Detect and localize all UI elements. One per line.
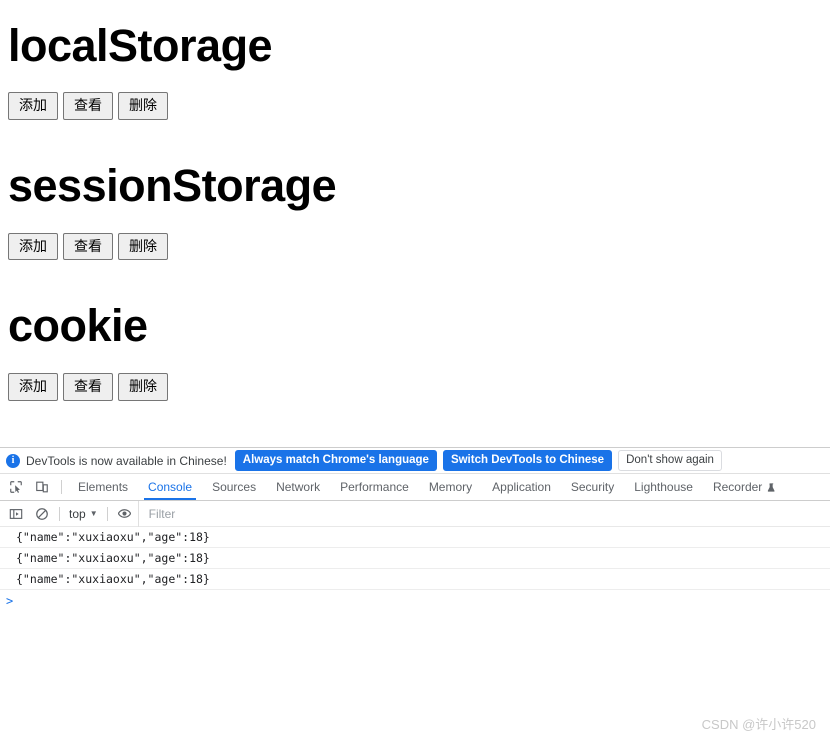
clear-console-icon[interactable] — [29, 501, 55, 527]
tab-recorder[interactable]: Recorder — [703, 474, 787, 500]
experiment-flask-icon — [766, 482, 777, 493]
tabbar-divider — [61, 480, 62, 494]
tab-sources[interactable]: Sources — [202, 474, 266, 500]
devtools-language-banner: i DevTools is now available in Chinese! … — [0, 448, 830, 474]
tab-elements[interactable]: Elements — [68, 474, 138, 500]
tab-security[interactable]: Security — [561, 474, 624, 500]
console-context-label: top — [69, 506, 86, 521]
page-content: localStorage 添加 查看 删除 sessionStorage 添加 … — [0, 20, 830, 401]
cookie-delete-button[interactable]: 删除 — [118, 372, 168, 401]
info-icon: i — [6, 453, 20, 468]
live-expression-eye-icon[interactable] — [112, 501, 138, 527]
page-title-cookie: cookie — [8, 300, 148, 352]
sessionstorage-add-button[interactable]: 添加 — [8, 232, 58, 261]
button-row-cookie: 添加 查看 删除 — [8, 372, 822, 401]
console-sidebar-icon[interactable] — [3, 501, 29, 527]
devtools-tab-bar: Elements Console Sources Network Perform… — [0, 474, 830, 501]
console-message-row: {"name":"xuxiaoxu","age":18} — [0, 569, 830, 590]
always-match-chrome-language-button[interactable]: Always match Chrome's language — [234, 449, 437, 472]
cookie-view-button[interactable]: 查看 — [63, 372, 113, 401]
switch-devtools-to-chinese-button[interactable]: Switch DevTools to Chinese — [442, 449, 613, 472]
watermark: CSDN @许小许520 — [701, 717, 816, 732]
localstorage-add-button[interactable]: 添加 — [8, 92, 58, 121]
tab-network[interactable]: Network — [266, 474, 330, 500]
localstorage-delete-button[interactable]: 删除 — [118, 92, 168, 121]
tab-console[interactable]: Console — [138, 474, 202, 500]
console-message-row: {"name":"xuxiaoxu","age":18} — [0, 548, 830, 569]
tab-memory[interactable]: Memory — [419, 474, 482, 500]
page-title-localstorage: localStorage — [8, 20, 273, 71]
tab-recorder-label: Recorder — [712, 480, 763, 494]
tab-performance[interactable]: Performance — [330, 474, 419, 500]
sessionstorage-view-button[interactable]: 查看 — [63, 232, 113, 261]
page-title-sessionstorage: sessionStorage — [8, 160, 337, 212]
dont-show-again-button[interactable]: Don't show again — [618, 449, 722, 472]
console-context-selector[interactable]: top ▼ — [64, 507, 103, 521]
button-row-localstorage: 添加 查看 删除 — [8, 92, 822, 121]
sessionstorage-delete-button[interactable]: 删除 — [118, 232, 168, 261]
banner-message: DevTools is now available in Chinese! — [26, 453, 227, 468]
cookie-add-button[interactable]: 添加 — [8, 372, 58, 401]
console-input-prompt[interactable]: > — [0, 590, 830, 612]
tab-application[interactable]: Application — [482, 474, 561, 500]
tab-lighthouse[interactable]: Lighthouse — [624, 474, 703, 500]
console-message-row: {"name":"xuxiaoxu","age":18} — [0, 527, 830, 548]
console-toolbar-divider-1 — [59, 506, 60, 521]
devtools-panel: i DevTools is now available in Chinese! … — [0, 447, 830, 747]
console-filter-input[interactable]: Filter — [137, 500, 830, 527]
chevron-down-icon: ▼ — [89, 509, 98, 518]
console-toolbar-divider-2 — [106, 506, 108, 521]
console-toolbar: top ▼ Filter — [0, 500, 830, 527]
localstorage-view-button[interactable]: 查看 — [63, 92, 113, 121]
device-toolbar-icon[interactable] — [29, 474, 55, 500]
button-row-sessionstorage: 添加 查看 删除 — [8, 232, 822, 261]
inspect-element-icon[interactable] — [3, 474, 29, 500]
